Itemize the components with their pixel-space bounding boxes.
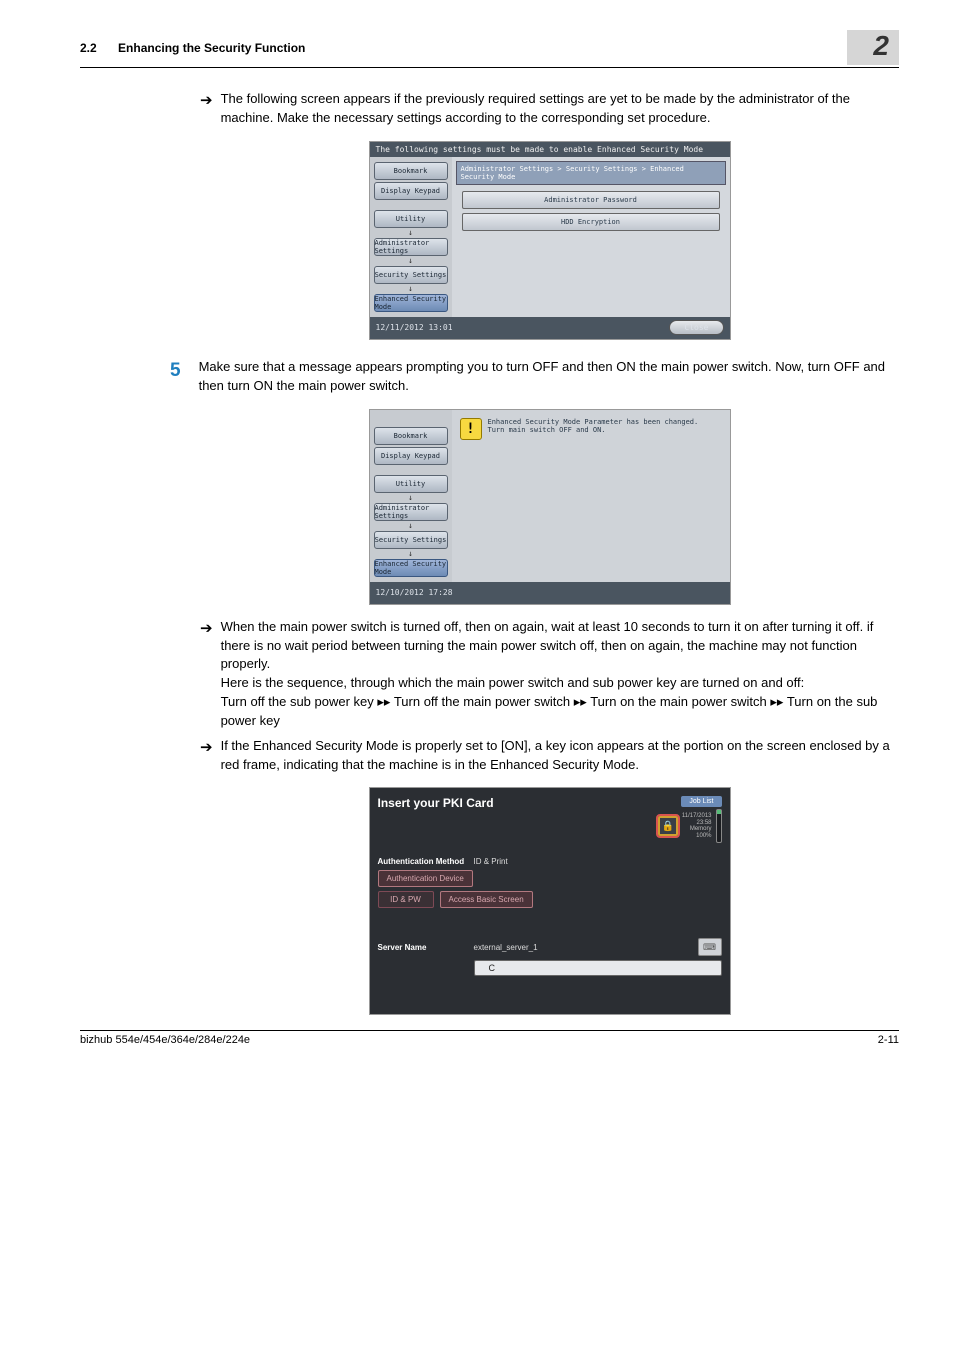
- panel2-timestamp: 12/10/2012 17:28: [376, 588, 453, 597]
- intro-text: The following screen appears if the prev…: [221, 90, 899, 128]
- power-note-1: When the main power switch is turned off…: [221, 618, 899, 675]
- keyicon-note-bullet: ➔ If the Enhanced Security Mode is prope…: [200, 737, 899, 775]
- panel1-timestamp: 12/11/2012 13:01: [376, 323, 453, 332]
- play-icon: ▸▸: [770, 694, 783, 709]
- warn-line2: Turn main switch OFF and ON.: [488, 426, 699, 434]
- auth-method-value: ID & Print: [474, 857, 508, 866]
- pki-status-row: 🔒 11/17/2013 23:58 Memory 100%: [658, 809, 722, 843]
- settings-panel-warning: Bookmark Display Keypad Utility ↓ Admini…: [370, 410, 730, 604]
- chapter-number-badge: 2: [847, 30, 899, 65]
- chevron-down-icon: ↓: [374, 230, 448, 236]
- warning-row: ! Enhanced Security Mode Parameter has b…: [456, 414, 726, 444]
- sidebar-security-settings[interactable]: Security Settings: [374, 266, 448, 284]
- main-content: ➔ The following screen appears if the pr…: [200, 90, 899, 1014]
- chevron-down-icon: ↓: [374, 495, 448, 501]
- pki-datetime: 11/17/2013 23:58 Memory 100%: [682, 813, 712, 839]
- auth-device-button[interactable]: Authentication Device: [378, 870, 473, 887]
- memory-value: 100%: [682, 833, 712, 840]
- panel1-main: Administrator Settings > Security Settin…: [452, 157, 730, 317]
- play-icon: ▸▸: [574, 694, 587, 709]
- sidebar-display-keypad[interactable]: Display Keypad: [374, 447, 448, 465]
- job-list-button[interactable]: Job List: [681, 796, 721, 807]
- footer-model: bizhub 554e/454e/364e/284e/224e: [80, 1034, 250, 1046]
- row-access: ID & PW Access Basic Screen: [378, 891, 722, 908]
- sidebar-security-settings[interactable]: Security Settings: [374, 531, 448, 549]
- row-admin-password[interactable]: Administrator Password: [462, 191, 720, 209]
- id-pw-button[interactable]: ID & PW: [378, 891, 434, 908]
- sidebar-enhanced-security[interactable]: Enhanced Security Mode: [374, 294, 448, 312]
- panel1-sidebar: Bookmark Display Keypad Utility ↓ Admini…: [370, 157, 452, 317]
- row-auth-device: Authentication Device: [378, 870, 722, 887]
- section-number: 2.2: [80, 41, 97, 55]
- arrow-icon: ➔: [200, 737, 213, 759]
- section-block: 2.2 Enhancing the Security Function: [80, 41, 305, 55]
- breadcrumb: Administrator Settings > Security Settin…: [456, 161, 726, 185]
- panel2-footer: 12/10/2012 17:28: [370, 582, 730, 604]
- server-name-value: external_server_1: [474, 943, 538, 952]
- memory-bar: [716, 809, 722, 843]
- pki-title: Insert your PKI Card: [378, 796, 494, 810]
- panel1-topbar: The following settings must be made to e…: [370, 142, 730, 157]
- pki-card-panel: Insert your PKI Card Job List 🔒 11/17/20…: [370, 788, 730, 1014]
- power-note-bullet: ➔ When the main power switch is turned o…: [200, 618, 899, 731]
- intro-bullet: ➔ The following screen appears if the pr…: [200, 90, 899, 128]
- auth-method-label: Authentication Method: [378, 857, 468, 866]
- keyboard-icon[interactable]: ⌨: [698, 938, 722, 956]
- date-text: 11/17/2013: [682, 813, 712, 820]
- arrow-icon: ➔: [200, 618, 213, 640]
- panel2-sidebar: Bookmark Display Keypad Utility ↓ Admini…: [370, 410, 452, 582]
- access-basic-screen-button[interactable]: Access Basic Screen: [440, 891, 533, 908]
- sidebar-bookmark[interactable]: Bookmark: [374, 427, 448, 445]
- play-icon: ▸▸: [377, 694, 390, 709]
- server-name-label: Server Name: [378, 943, 468, 952]
- power-note-2: Here is the sequence, through which the …: [221, 674, 899, 693]
- sidebar-bookmark[interactable]: Bookmark: [374, 162, 448, 180]
- sidebar-display-keypad[interactable]: Display Keypad: [374, 182, 448, 200]
- pki-top: Insert your PKI Card Job List 🔒 11/17/20…: [370, 788, 730, 847]
- page-header: 2.2 Enhancing the Security Function 2: [80, 30, 899, 68]
- keyicon-note: If the Enhanced Security Mode is properl…: [221, 737, 899, 775]
- chevron-down-icon: ↓: [374, 258, 448, 264]
- pki-body: Authentication Method ID & Print Authent…: [370, 847, 730, 1014]
- step-number: 5: [170, 357, 181, 386]
- chevron-down-icon: ↓: [374, 523, 448, 529]
- section-title: Enhancing the Security Function: [118, 41, 305, 55]
- power-note-block: When the main power switch is turned off…: [221, 618, 899, 731]
- footer-page-number: 2-11: [878, 1034, 899, 1046]
- settings-panel-enable: The following settings must be made to e…: [370, 142, 730, 339]
- sidebar-admin-settings[interactable]: Administrator Settings: [374, 238, 448, 256]
- row-server-name: Server Name external_server_1 ⌨: [378, 938, 722, 956]
- lock-icon: 🔒: [658, 816, 678, 836]
- clear-button[interactable]: C: [474, 960, 722, 976]
- warning-icon: !: [460, 418, 482, 440]
- warn-line1: Enhanced Security Mode Parameter has bee…: [488, 418, 699, 426]
- arrow-icon: ➔: [200, 90, 213, 112]
- step-text: Make sure that a message appears prompti…: [199, 357, 899, 396]
- pki-status-block: Job List 🔒 11/17/2013 23:58 Memory 100%: [658, 796, 722, 843]
- page-footer: bizhub 554e/454e/364e/284e/224e 2-11: [80, 1030, 899, 1046]
- chevron-down-icon: ↓: [374, 551, 448, 557]
- panel1-footer: 12/11/2012 13:01 Close: [370, 317, 730, 339]
- chevron-down-icon: ↓: [374, 286, 448, 292]
- sidebar-utility[interactable]: Utility: [374, 475, 448, 493]
- row-hdd-encryption[interactable]: HDD Encryption: [462, 213, 720, 231]
- row-auth-method: Authentication Method ID & Print: [378, 857, 722, 866]
- time-text: 23:58: [682, 820, 712, 827]
- panel2-main: ! Enhanced Security Mode Parameter has b…: [452, 410, 730, 582]
- sidebar-utility[interactable]: Utility: [374, 210, 448, 228]
- sidebar-enhanced-security[interactable]: Enhanced Security Mode: [374, 559, 448, 577]
- sidebar-admin-settings[interactable]: Administrator Settings: [374, 503, 448, 521]
- warning-text: Enhanced Security Mode Parameter has bee…: [488, 418, 699, 435]
- close-button[interactable]: Close: [669, 320, 723, 335]
- memory-label: Memory: [682, 826, 712, 833]
- step-5: 5 Make sure that a message appears promp…: [170, 357, 899, 396]
- power-sequence: Turn off the sub power key ▸▸ Turn off t…: [221, 693, 899, 731]
